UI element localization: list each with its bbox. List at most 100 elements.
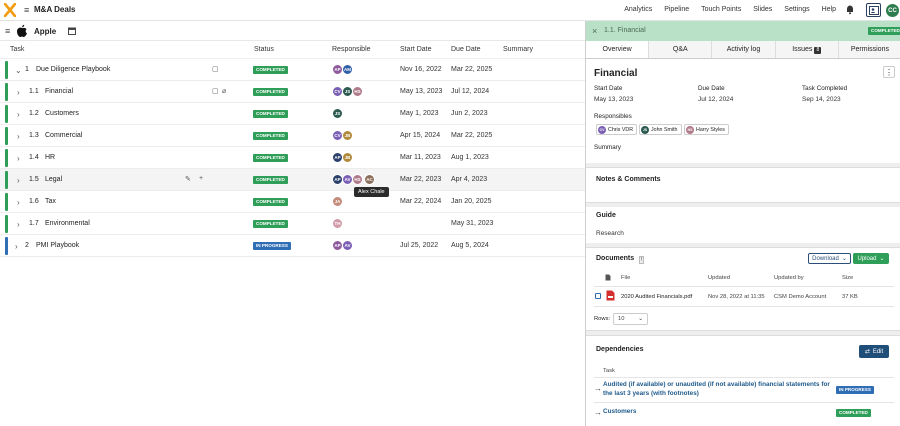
updated-by-column-header[interactable]: Updated by: [774, 275, 804, 281]
task-name[interactable]: Financial: [45, 88, 73, 95]
plus-icon[interactable]: +: [199, 175, 203, 182]
chevron-right-icon[interactable]: ›: [17, 132, 20, 141]
task-number: 1.7: [29, 220, 39, 227]
close-icon[interactable]: ×: [592, 26, 597, 36]
table-row[interactable]: › 1.2 Customers COMPLETED JS May 1, 2023…: [0, 103, 585, 125]
tab-issues[interactable]: Issues 8: [776, 41, 839, 58]
table-row[interactable]: › 1.6 Tax COMPLETED JA Mar 22, 2024 Jan …: [0, 191, 585, 213]
document-checkbox[interactable]: [595, 293, 601, 299]
nav-pipeline[interactable]: Pipeline: [664, 6, 689, 13]
col-status-header[interactable]: Status: [254, 46, 274, 53]
chevron-right-icon[interactable]: ›: [17, 198, 20, 207]
hamburger-icon[interactable]: ≡: [5, 26, 10, 36]
row-status-bar: [5, 193, 8, 211]
row-status-bar: [5, 105, 8, 123]
app-logo-icon[interactable]: [4, 3, 16, 17]
tab-activity-log[interactable]: Activity log: [712, 41, 776, 58]
user-panel-toggle-button[interactable]: [866, 3, 881, 17]
tab-permissions[interactable]: Permissions: [839, 41, 900, 58]
avatar[interactable]: TH: [332, 218, 343, 229]
avatar: JS: [641, 125, 649, 134]
task-name[interactable]: Customers: [45, 110, 79, 117]
avatar[interactable]: AV: [342, 240, 353, 251]
col-responsible-header[interactable]: Responsible: [332, 46, 371, 53]
dependency-link[interactable]: Audited (if available) or unaudited (if …: [603, 381, 831, 398]
upload-button[interactable]: Upload ⌄: [853, 253, 889, 264]
chevron-right-icon[interactable]: ›: [17, 176, 20, 185]
menu-icon[interactable]: ≡: [24, 5, 29, 15]
guide-value[interactable]: Research: [596, 230, 624, 237]
col-due-header[interactable]: Due Date: [451, 46, 481, 53]
avatar[interactable]: HS: [352, 86, 363, 97]
avatar[interactable]: JA: [332, 196, 343, 207]
more-options-icon[interactable]: ⋮: [883, 66, 895, 78]
task-name[interactable]: PMI Playbook: [36, 242, 79, 249]
edit-dependencies-button[interactable]: ⇄ Edit: [859, 345, 889, 358]
nav-slides[interactable]: Slides: [753, 6, 772, 13]
col-task-header[interactable]: Task: [10, 46, 24, 53]
chevron-down-icon[interactable]: ⌄: [15, 66, 22, 75]
avatar[interactable]: JB: [342, 130, 353, 141]
comment-icon[interactable]: ▢: [212, 65, 219, 73]
task-name[interactable]: Environmental: [45, 220, 90, 227]
chevron-right-icon[interactable]: ›: [17, 110, 20, 119]
company-name[interactable]: Apple: [34, 27, 56, 36]
responsibles-label: Responsibles: [594, 113, 632, 120]
chevron-down-icon: ⌄: [879, 256, 885, 262]
user-avatar[interactable]: CC: [886, 4, 899, 17]
col-summary-header[interactable]: Summary: [503, 46, 533, 53]
table-row[interactable]: › 2 PMI Playbook IN PROGRESS AP AV Jul 2…: [0, 235, 585, 257]
task-name[interactable]: Commercial: [45, 132, 82, 139]
nav-help[interactable]: Help: [822, 6, 836, 13]
row-status-bar: [5, 127, 8, 145]
table-row[interactable]: › 1.5 Legal ✎ + COMPLETED AP AV HS AC Ma…: [0, 169, 585, 191]
pencil-icon[interactable]: ✎: [185, 175, 191, 183]
responsible-chip[interactable]: JS John Smith: [639, 124, 682, 135]
table-row[interactable]: › 1.4 HR COMPLETED AP JB Mar 11, 2023 Au…: [0, 147, 585, 169]
file-column-header[interactable]: File: [621, 275, 630, 281]
avatar[interactable]: AC: [364, 174, 375, 185]
tab-qa[interactable]: Q&A: [649, 41, 713, 58]
top-nav: Analytics Pipeline Touch Points Slides S…: [624, 6, 836, 13]
responsible-chip[interactable]: HS Harry Styles: [684, 124, 729, 135]
avatar[interactable]: JB: [342, 152, 353, 163]
rows-per-page-select[interactable]: 10 ⌄: [613, 313, 648, 325]
dependencies-section: Dependencies ⇄ Edit Task → Audited (if av…: [586, 335, 900, 426]
table-row[interactable]: ⌄ 1 Due Diligence Playbook ▢ COMPLETED A…: [0, 59, 585, 81]
table-row[interactable]: › 1.1 Financial ▢ ⌀ COMPLETED CV JS HS M…: [0, 81, 585, 103]
tab-overview[interactable]: Overview: [586, 41, 650, 58]
dependency-link[interactable]: Customers: [603, 408, 636, 417]
avatar[interactable]: JS: [332, 108, 343, 119]
nav-settings[interactable]: Settings: [784, 6, 809, 13]
chevron-right-icon[interactable]: ›: [17, 88, 20, 97]
task-name[interactable]: Due Diligence Playbook: [36, 66, 110, 73]
chevron-right-icon[interactable]: ›: [17, 220, 20, 229]
task-number: 1.5: [29, 176, 39, 183]
bell-icon[interactable]: [845, 4, 855, 15]
task-name[interactable]: Legal: [45, 176, 62, 183]
app-title[interactable]: M&A Deals: [34, 5, 76, 14]
table-row[interactable]: › 1.3 Commercial COMPLETED CV JB Apr 15,…: [0, 125, 585, 147]
task-name[interactable]: Tax: [45, 198, 56, 205]
calendar-icon[interactable]: [68, 27, 76, 35]
size-column-header[interactable]: Size: [842, 275, 853, 281]
document-name[interactable]: 2020 Audited Financials.pdf: [621, 294, 692, 300]
nav-analytics[interactable]: Analytics: [624, 6, 652, 13]
table-row[interactable]: › 1.7 Environmental COMPLETED TH May 31,…: [0, 213, 585, 235]
company-bar: ≡ Apple: [0, 21, 585, 41]
comment-icon[interactable]: ▢: [212, 87, 219, 95]
rows-per-page-value: 10: [618, 316, 625, 322]
chevron-right-icon[interactable]: ›: [17, 154, 20, 163]
notes-section[interactable]: Notes & Comments: [586, 167, 900, 203]
avatar[interactable]: AM: [342, 64, 353, 75]
nav-touch-points[interactable]: Touch Points: [701, 6, 741, 13]
col-start-header[interactable]: Start Date: [400, 46, 432, 53]
task-name[interactable]: HR: [45, 154, 55, 161]
chevron-right-icon[interactable]: ›: [15, 242, 18, 251]
download-button[interactable]: Download ⌄: [808, 253, 851, 264]
attachment-icon[interactable]: ⌀: [222, 87, 226, 95]
avatar[interactable]: HS: [352, 174, 363, 185]
responsible-chip[interactable]: CV Chris VDR: [596, 124, 638, 135]
row-status-bar: [5, 83, 8, 101]
updated-column-header[interactable]: Updated: [708, 275, 730, 281]
